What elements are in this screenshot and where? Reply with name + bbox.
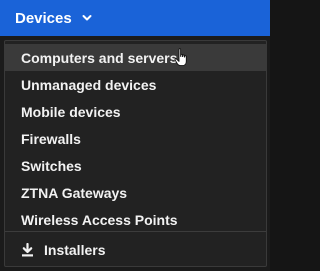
menu-item-label: ZTNA Gateways [21, 184, 128, 201]
chevron-down-icon [82, 15, 92, 21]
menu-item-label: Mobile devices [21, 103, 121, 120]
devices-menu-button[interactable]: Devices [0, 0, 92, 36]
menu-item-mobile-devices[interactable]: Mobile devices [5, 98, 266, 125]
menu-item-label: Unmanaged devices [21, 76, 157, 93]
menu-item-ztna-gateways[interactable]: ZTNA Gateways [5, 179, 266, 206]
hand-pointer-cursor-icon [174, 48, 187, 67]
menu-item-label: Firewalls [21, 130, 81, 147]
menu-item-label: Installers [44, 241, 106, 258]
devices-dropdown-panel: Computers and servers Unmanaged devices … [4, 40, 267, 267]
menu-item-switches[interactable]: Switches [5, 152, 266, 179]
menu-item-wireless-access-points[interactable]: Wireless Access Points [5, 206, 266, 233]
menu-divider [5, 231, 266, 232]
menu-item-unmanaged-devices[interactable]: Unmanaged devices [5, 71, 266, 98]
download-icon [22, 242, 33, 256]
menu-item-installers[interactable]: Installers [5, 236, 266, 263]
menu-item-label: Wireless Access Points [21, 211, 178, 228]
menu-item-firewalls[interactable]: Firewalls [5, 125, 266, 152]
menu-item-label: Switches [21, 157, 82, 174]
menu-item-label: Computers and servers [21, 49, 178, 66]
top-nav-bar: Devices [0, 0, 270, 36]
menu-item-computers-and-servers[interactable]: Computers and servers [5, 44, 266, 71]
devices-dropdown: Computers and servers Unmanaged devices … [0, 36, 270, 271]
devices-label: Devices [15, 9, 72, 27]
